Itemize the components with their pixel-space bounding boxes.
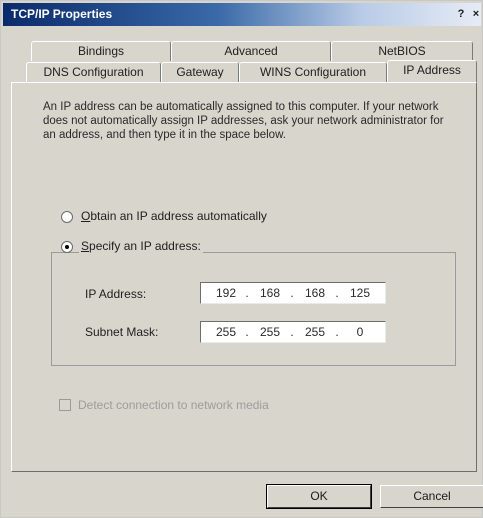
ip-octet-4: 125 [349,286,371,300]
mask-octet-3: 255 [304,325,326,339]
title-bar[interactable]: TCP/IP Properties ? × [3,3,481,26]
ip-address-field[interactable]: 192 . 168 . 168 . 125 [200,282,386,304]
radio-selected-dot [65,245,69,249]
window-title: TCP/IP Properties [11,7,113,21]
tcpip-properties-dialog: TCP/IP Properties ? × Bindings Advanced … [0,0,483,518]
tab-advanced[interactable]: Advanced [171,41,331,61]
obtain-ip-label[interactable]: Obtain an IP address automatically [81,209,267,223]
subnet-mask-label: Subnet Mask: [85,325,159,339]
specify-ip-groupbox [51,252,456,366]
specify-ip-radio[interactable] [61,241,73,253]
ip-dot-separator: . [290,286,294,300]
specify-ip-label[interactable]: Specify an IP address: [79,239,203,253]
subnet-mask-field[interactable]: 255 . 255 . 255 . 0 [200,321,386,343]
tab-netbios[interactable]: NetBIOS [331,41,473,61]
mask-dot-separator: . [245,325,249,339]
intro-text: An IP address can be automatically assig… [43,101,444,141]
tab-dns-configuration[interactable]: DNS Configuration [26,62,161,82]
ip-address-label: IP Address: [85,287,147,301]
mask-dot-separator: . [290,325,294,339]
detect-media-label: Detect connection to network media [78,398,269,412]
mask-dot-separator: . [335,325,339,339]
tab-gateway[interactable]: Gateway [161,62,239,82]
mask-octet-2: 255 [259,325,281,339]
ip-octet-2: 168 [259,286,281,300]
ip-dot-separator: . [245,286,249,300]
mask-octet-4: 0 [356,325,364,339]
obtain-ip-label-text: btain an IP address automatically [90,209,267,223]
cancel-button[interactable]: Cancel [380,485,483,508]
detect-media-checkbox[interactable] [59,399,71,411]
ip-dot-separator: . [335,286,339,300]
ip-octet-1: 192 [215,286,237,300]
mask-octet-1: 255 [215,325,237,339]
specify-ip-label-text: pecify an IP address: [89,239,201,253]
close-icon[interactable]: × [468,6,483,22]
ok-button[interactable]: OK [266,484,372,509]
ip-octet-3: 168 [304,286,326,300]
tab-wins-configuration[interactable]: WINS Configuration [239,62,387,82]
tab-bindings[interactable]: Bindings [31,41,171,61]
tab-ip-address[interactable]: IP Address [387,60,477,82]
help-icon[interactable]: ? [453,6,469,22]
obtain-ip-radio[interactable] [61,211,73,223]
